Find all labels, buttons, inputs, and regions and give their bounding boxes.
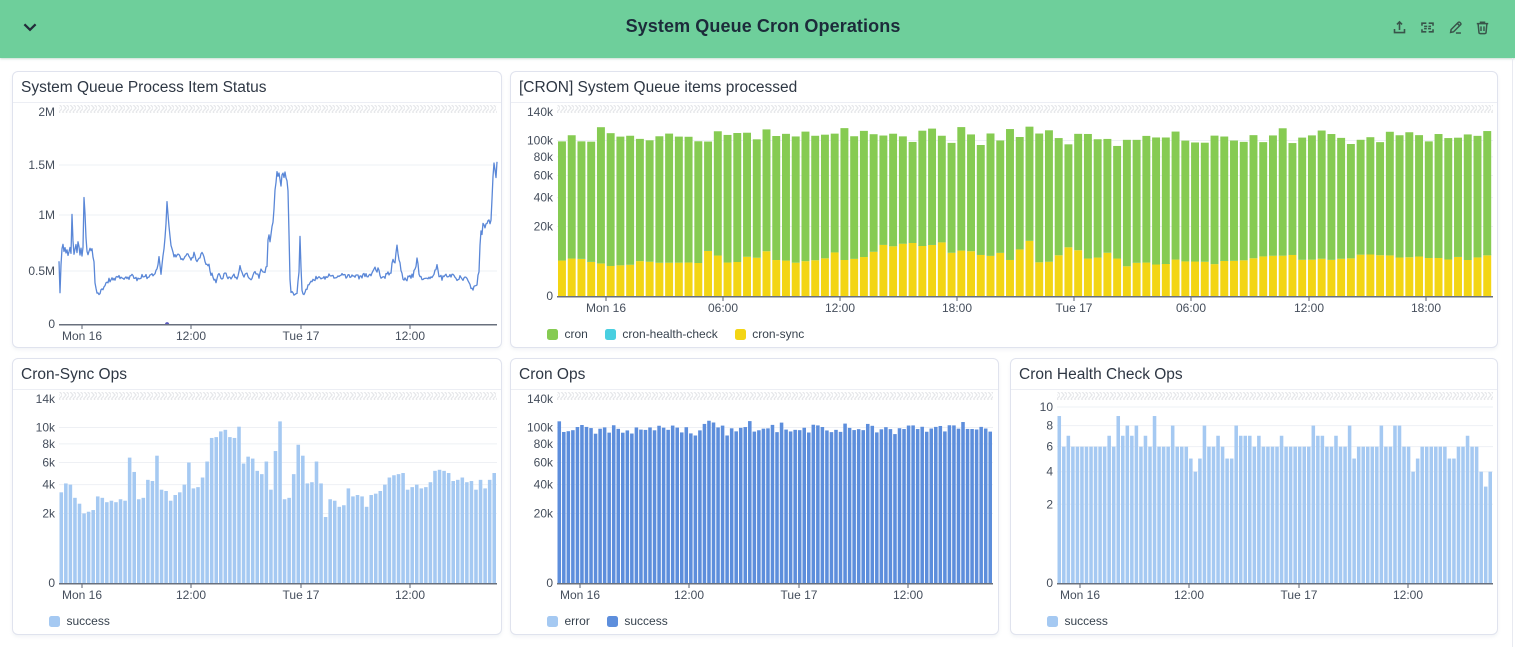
svg-text:8: 8 bbox=[1046, 419, 1053, 433]
svg-text:18:00: 18:00 bbox=[1411, 301, 1441, 315]
svg-text:0.5M: 0.5M bbox=[28, 264, 55, 278]
svg-text:100k: 100k bbox=[527, 134, 554, 148]
svg-text:2: 2 bbox=[1046, 497, 1053, 511]
svg-text:12:00: 12:00 bbox=[176, 329, 206, 343]
svg-text:Tue 17: Tue 17 bbox=[283, 329, 320, 343]
svg-text:2M: 2M bbox=[38, 105, 55, 119]
svg-text:Mon 16: Mon 16 bbox=[586, 301, 626, 315]
svg-text:06:00: 06:00 bbox=[708, 301, 738, 315]
svg-text:140k: 140k bbox=[527, 392, 554, 406]
svg-text:12:00: 12:00 bbox=[395, 588, 425, 602]
svg-text:10k: 10k bbox=[36, 420, 56, 434]
svg-text:10: 10 bbox=[1040, 400, 1054, 414]
svg-text:Mon 16: Mon 16 bbox=[560, 588, 600, 602]
svg-text:06:00: 06:00 bbox=[1176, 301, 1206, 315]
svg-text:0: 0 bbox=[1046, 576, 1053, 590]
svg-text:12:00: 12:00 bbox=[674, 588, 704, 602]
svg-text:12:00: 12:00 bbox=[395, 329, 425, 343]
svg-text:100k: 100k bbox=[527, 421, 554, 435]
svg-text:0: 0 bbox=[546, 576, 553, 590]
svg-text:1M: 1M bbox=[38, 208, 55, 222]
svg-text:12:00: 12:00 bbox=[1393, 588, 1423, 602]
svg-text:Mon 16: Mon 16 bbox=[1060, 588, 1100, 602]
svg-text:Tue 17: Tue 17 bbox=[1056, 301, 1093, 315]
svg-text:1.5M: 1.5M bbox=[28, 158, 55, 172]
svg-text:6k: 6k bbox=[42, 456, 56, 470]
svg-text:Tue 17: Tue 17 bbox=[781, 588, 818, 602]
svg-text:Tue 17: Tue 17 bbox=[283, 588, 320, 602]
svg-text:8k: 8k bbox=[42, 437, 56, 451]
svg-text:Mon 16: Mon 16 bbox=[62, 588, 102, 602]
svg-text:Mon 16: Mon 16 bbox=[62, 329, 102, 343]
svg-text:0: 0 bbox=[48, 317, 55, 331]
svg-text:12:00: 12:00 bbox=[1294, 301, 1324, 315]
svg-text:20k: 20k bbox=[534, 506, 554, 520]
svg-text:12:00: 12:00 bbox=[893, 588, 923, 602]
svg-text:6: 6 bbox=[1046, 440, 1053, 454]
svg-text:12:00: 12:00 bbox=[825, 301, 855, 315]
svg-text:14k: 14k bbox=[36, 392, 56, 406]
svg-text:140k: 140k bbox=[527, 105, 554, 119]
svg-text:40k: 40k bbox=[534, 191, 554, 205]
svg-text:Tue 17: Tue 17 bbox=[1281, 588, 1318, 602]
svg-text:20k: 20k bbox=[534, 219, 554, 233]
svg-text:80k: 80k bbox=[534, 150, 554, 164]
svg-text:4k: 4k bbox=[42, 478, 56, 492]
svg-text:0: 0 bbox=[48, 576, 55, 590]
svg-text:0: 0 bbox=[546, 289, 553, 303]
svg-text:60k: 60k bbox=[534, 456, 554, 470]
svg-text:60k: 60k bbox=[534, 169, 554, 183]
svg-text:80k: 80k bbox=[534, 437, 554, 451]
svg-text:2k: 2k bbox=[42, 506, 56, 520]
svg-text:18:00: 18:00 bbox=[942, 301, 972, 315]
svg-text:4: 4 bbox=[1046, 465, 1053, 479]
svg-text:12:00: 12:00 bbox=[176, 588, 206, 602]
svg-text:40k: 40k bbox=[534, 478, 554, 492]
svg-text:12:00: 12:00 bbox=[1174, 588, 1204, 602]
